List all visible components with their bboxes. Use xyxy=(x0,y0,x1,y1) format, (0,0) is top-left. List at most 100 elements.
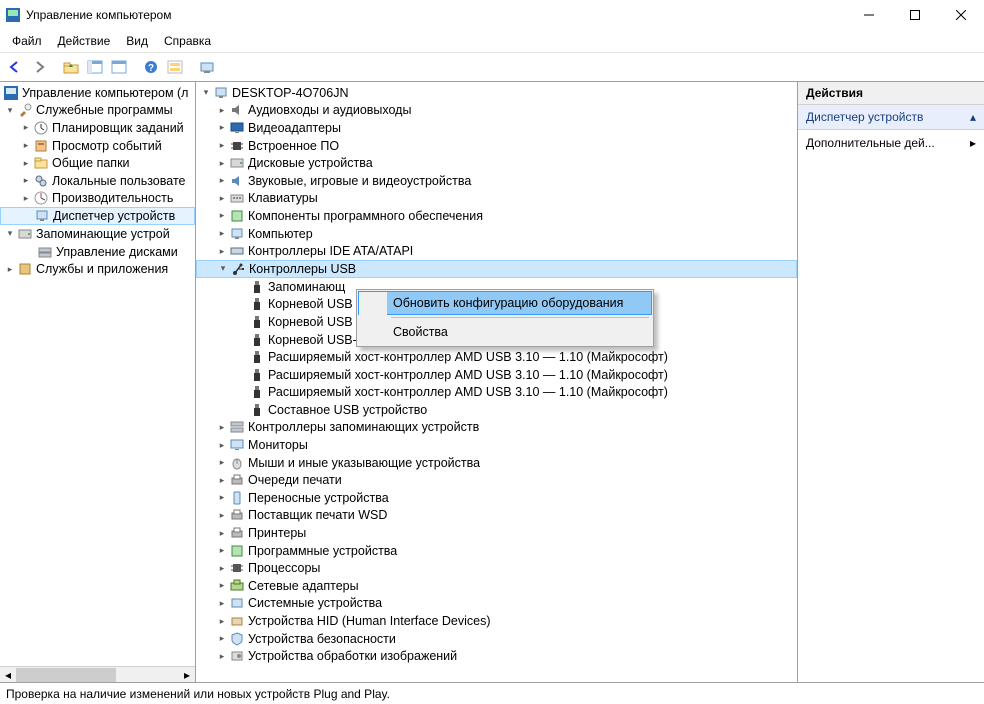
scope-item-label: Просмотр событий xyxy=(52,139,162,153)
device-category[interactable]: ▸Поставщик печати WSD xyxy=(196,507,797,525)
device-root-row[interactable]: ▾ DESKTOP-4O706JN xyxy=(196,84,797,102)
horizontal-scrollbar[interactable]: ◂ ▸ xyxy=(0,666,195,682)
scope-item[interactable]: ▸Общие папки xyxy=(0,154,195,172)
device-category[interactable]: ▸Видеоадаптеры xyxy=(196,119,797,137)
device-category[interactable]: ▾Контроллеры USB xyxy=(196,260,797,278)
back-button[interactable] xyxy=(4,56,26,78)
chevron-right-icon[interactable]: ▸ xyxy=(216,140,228,151)
chevron-right-icon[interactable]: ▸ xyxy=(216,158,228,169)
device-category[interactable]: ▸Очереди печати xyxy=(196,471,797,489)
close-button[interactable] xyxy=(938,0,984,30)
device-category[interactable]: ▸Устройства обработки изображений xyxy=(196,647,797,665)
chevron-right-icon[interactable]: ▸ xyxy=(216,510,228,521)
show-hide-tree-button[interactable] xyxy=(84,56,106,78)
device-category[interactable]: ▸Системные устройства xyxy=(196,595,797,613)
menu-file[interactable]: Файл xyxy=(12,34,42,48)
device-category[interactable]: ▸Процессоры xyxy=(196,559,797,577)
device-category[interactable]: ▸Сетевые адаптеры xyxy=(196,577,797,595)
scroll-left-arrow[interactable]: ◂ xyxy=(0,667,16,682)
device-category[interactable]: ▸Аудиовходы и аудиовыходы xyxy=(196,102,797,120)
chevron-down-icon[interactable]: ▾ xyxy=(4,228,16,239)
chevron-right-icon[interactable]: ▸ xyxy=(216,563,228,574)
chevron-right-icon[interactable]: ▸ xyxy=(216,422,228,433)
device-item[interactable]: Составное USB устройство xyxy=(196,401,797,419)
menu-action[interactable]: Действие xyxy=(58,34,111,48)
device-category[interactable]: ▸Звуковые, игровые и видеоустройства xyxy=(196,172,797,190)
scope-root[interactable]: Управление компьютером (л xyxy=(22,86,188,100)
chevron-right-icon[interactable]: ▸ xyxy=(216,651,228,662)
device-tree-pane[interactable]: ▾ DESKTOP-4O706JN ▸Аудиовходы и аудиовыход… xyxy=(196,82,798,682)
device-item[interactable]: Расширяемый хост-контроллер AMD USB 3.10… xyxy=(196,384,797,402)
scope-item[interactable]: ▸Производительность xyxy=(0,190,195,208)
device-category[interactable]: ▸Компьютер xyxy=(196,225,797,243)
device-category[interactable]: ▸Программные устройства xyxy=(196,542,797,560)
chevron-right-icon[interactable]: ▸ xyxy=(20,122,32,133)
chevron-right-icon[interactable]: ▸ xyxy=(216,210,228,221)
scope-item[interactable]: ▸Локальные пользовате xyxy=(0,172,195,190)
device-category[interactable]: ▸Встроенное ПО xyxy=(196,137,797,155)
menu-help[interactable]: Справка xyxy=(164,34,211,48)
help-button[interactable]: ? xyxy=(140,56,162,78)
ctx-properties[interactable]: Свойства xyxy=(359,321,651,345)
chevron-right-icon[interactable]: ▸ xyxy=(216,440,228,451)
chevron-down-icon[interactable]: ▾ xyxy=(4,105,16,116)
chevron-right-icon[interactable]: ▸ xyxy=(20,175,32,186)
device-category[interactable]: ▸Контроллеры запоминающих устройств xyxy=(196,419,797,437)
device-category[interactable]: ▸Мыши и иные указывающие устройства xyxy=(196,454,797,472)
chevron-right-icon[interactable]: ▸ xyxy=(216,246,228,257)
up-folder-button[interactable] xyxy=(60,56,82,78)
refresh-button[interactable] xyxy=(164,56,186,78)
device-item[interactable]: Расширяемый хост-контроллер AMD USB 3.10… xyxy=(196,366,797,384)
device-category[interactable]: ▸Устройства безопасности xyxy=(196,630,797,648)
view-button[interactable] xyxy=(108,56,130,78)
device-category[interactable]: ▸Компоненты программного обеспечения xyxy=(196,207,797,225)
chevron-down-icon[interactable]: ▾ xyxy=(217,263,229,274)
chevron-right-icon[interactable]: ▸ xyxy=(4,264,16,275)
chevron-right-icon[interactable]: ▸ xyxy=(216,193,228,204)
mmc-scope-tree[interactable]: Управление компьютером (л ▾ Служебные пр… xyxy=(0,82,196,682)
chevron-right-icon[interactable]: ▸ xyxy=(216,175,228,186)
device-category[interactable]: ▸Клавиатуры xyxy=(196,190,797,208)
chevron-right-icon[interactable]: ▸ xyxy=(216,598,228,609)
actions-more-link[interactable]: Дополнительные дей... ▸ xyxy=(798,130,984,156)
minimize-button[interactable] xyxy=(846,0,892,30)
scroll-right-arrow[interactable]: ▸ xyxy=(179,667,195,682)
chevron-right-icon[interactable]: ▸ xyxy=(216,616,228,627)
scroll-thumb[interactable] xyxy=(16,668,116,682)
device-category[interactable]: ▸Устройства HID (Human Interface Devices… xyxy=(196,612,797,630)
device-category[interactable]: ▸Контроллеры IDE ATA/ATAPI xyxy=(196,242,797,260)
chevron-right-icon[interactable]: ▸ xyxy=(216,457,228,468)
maximize-button[interactable] xyxy=(892,0,938,30)
chevron-right-icon[interactable]: ▸ xyxy=(20,193,32,204)
scope-item[interactable]: ▸ Просмотр событий xyxy=(0,137,195,155)
device-item[interactable]: Расширяемый хост-контроллер AMD USB 3.10… xyxy=(196,348,797,366)
scan-hw-button[interactable] xyxy=(196,56,218,78)
scope-item-diskmgmt[interactable]: Управление дисками xyxy=(56,245,178,259)
chevron-down-icon[interactable]: ▾ xyxy=(200,87,212,98)
chevron-right-icon[interactable]: ▸ xyxy=(216,528,228,539)
forward-button[interactable] xyxy=(28,56,50,78)
scope-services[interactable]: Службы и приложения xyxy=(36,262,168,276)
chevron-right-icon[interactable]: ▸ xyxy=(216,122,228,133)
device-category[interactable]: ▸Переносные устройства xyxy=(196,489,797,507)
scope-group-1[interactable]: Запоминающие устрой xyxy=(36,227,170,241)
chevron-right-icon[interactable]: ▸ xyxy=(216,580,228,591)
ctx-scan-hardware[interactable]: Обновить конфигурацию оборудования xyxy=(358,291,652,315)
device-category[interactable]: ▸Принтеры xyxy=(196,524,797,542)
chevron-right-icon[interactable]: ▸ xyxy=(20,158,32,169)
chevron-right-icon[interactable]: ▸ xyxy=(216,475,228,486)
scope-item[interactable]: ▸Планировщик заданий xyxy=(0,119,195,137)
device-root[interactable]: DESKTOP-4O706JN xyxy=(232,86,348,100)
chevron-right-icon[interactable]: ▸ xyxy=(20,140,32,151)
scope-group-0[interactable]: Служебные программы xyxy=(36,103,173,117)
device-category[interactable]: ▸Дисковые устройства xyxy=(196,154,797,172)
menu-view[interactable]: Вид xyxy=(126,34,148,48)
chevron-right-icon[interactable]: ▸ xyxy=(216,492,228,503)
chevron-right-icon[interactable]: ▸ xyxy=(216,633,228,644)
device-category[interactable]: ▸Мониторы xyxy=(196,436,797,454)
scope-item[interactable]: Диспетчер устройств xyxy=(0,207,195,225)
actions-section[interactable]: Диспетчер устройств ▴ xyxy=(798,105,984,130)
chevron-right-icon[interactable]: ▸ xyxy=(216,105,228,116)
chevron-right-icon[interactable]: ▸ xyxy=(216,228,228,239)
chevron-right-icon[interactable]: ▸ xyxy=(216,545,228,556)
